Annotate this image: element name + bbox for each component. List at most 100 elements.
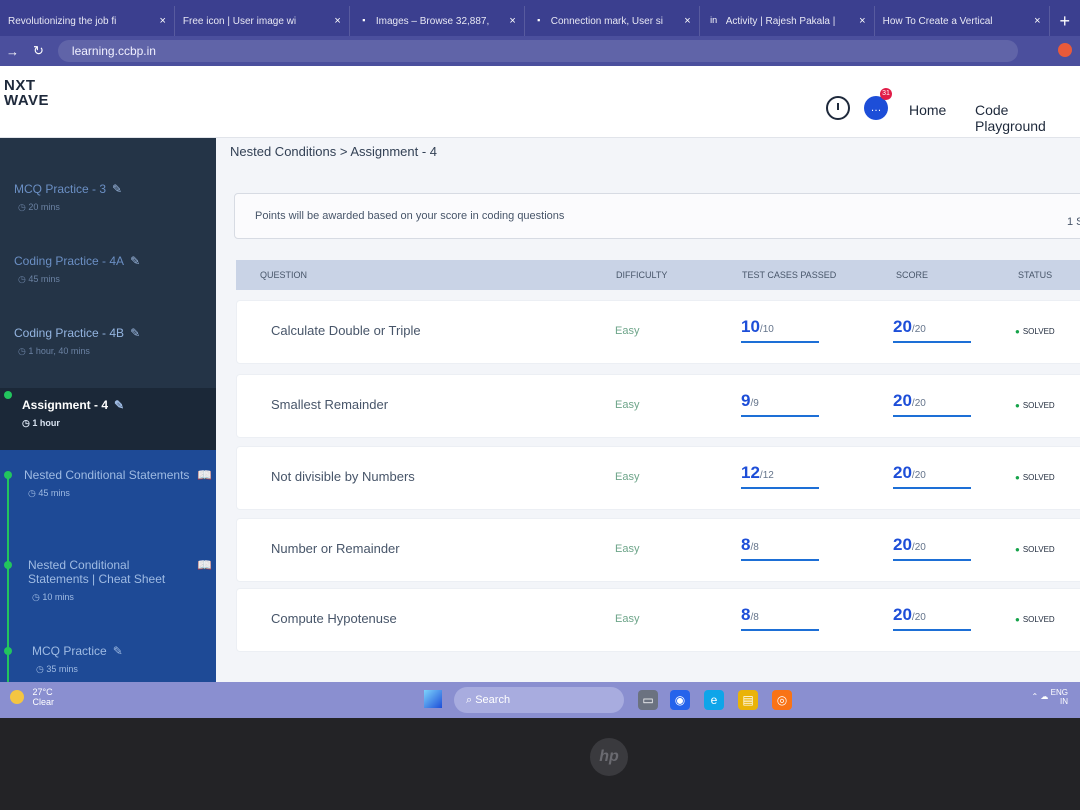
progress-underline: [741, 629, 819, 631]
task-view-icon[interactable]: ▭: [638, 690, 658, 710]
new-tab-button[interactable]: +: [1050, 6, 1080, 36]
logo-line: WAVE: [4, 92, 50, 109]
status-badge: SOLVED: [1015, 545, 1055, 554]
clock-icon: ◷: [18, 346, 29, 356]
clock-icon: ◷: [28, 488, 39, 498]
sidebar-item-duration: 10 mins: [42, 592, 74, 602]
browser-tab[interactable]: Free icon | User image wi ×: [175, 6, 350, 36]
test-cases-cell: 8/8: [741, 605, 821, 631]
score-total: /20: [911, 470, 926, 481]
chrome-browser-icon[interactable]: ◎: [772, 690, 792, 710]
question-title[interactable]: Calculate Double or Triple: [271, 323, 421, 338]
close-icon[interactable]: ×: [684, 15, 690, 27]
status-dot: [4, 391, 12, 399]
weather-icon: [10, 690, 24, 704]
status-badge: SOLVED: [1015, 327, 1055, 336]
language-indicator: ENG: [1050, 688, 1068, 697]
test-cases-cell: 10/10: [741, 317, 821, 343]
tab-title: Images – Browse 32,887,: [375, 15, 490, 27]
table-row[interactable]: Number or Remainder Easy 8/8 20/20 SOLVE…: [236, 518, 1080, 582]
sidebar-item-cheat-sheet[interactable]: Nested Conditional Statements | Cheat Sh…: [0, 558, 212, 603]
notification-badge: 31: [880, 88, 892, 100]
edge-browser-icon[interactable]: e: [704, 690, 724, 710]
score-cell: 20/20: [893, 391, 973, 417]
sidebar-item-mcq-practice[interactable]: MCQ Practice ✎ ◷ 35 mins: [0, 644, 222, 675]
logo-line: NXT: [4, 77, 36, 94]
status-badge: SOLVED: [1015, 615, 1055, 624]
progress-underline: [741, 415, 819, 417]
breadcrumb[interactable]: Nested Conditions > Assignment - 4: [230, 144, 437, 159]
table-row[interactable]: Compute Hypotenuse Easy 8/8 20/20 SOLVED: [236, 588, 1080, 652]
weather-widget[interactable]: 27°C Clear: [10, 687, 54, 707]
tab-title: Free icon | User image wi: [182, 15, 297, 27]
forward-icon[interactable]: →: [6, 44, 19, 59]
sidebar-item-label: Coding Practice - 4A: [14, 254, 125, 268]
close-icon[interactable]: ×: [509, 15, 515, 27]
status-badge: SOLVED: [1015, 401, 1055, 410]
clock-icon: ◷: [36, 664, 47, 674]
system-tray[interactable]: ⌃ ☁ ENG IN: [1031, 688, 1068, 706]
browser-tab[interactable]: Revolutionizing the job fi ×: [0, 6, 175, 36]
close-icon[interactable]: ×: [334, 15, 340, 27]
difficulty-label: Easy: [615, 543, 640, 555]
question-title[interactable]: Smallest Remainder: [271, 397, 388, 412]
progress-underline: [893, 487, 971, 489]
tab-title: Revolutionizing the job fi: [8, 15, 117, 27]
extension-icon[interactable]: [1058, 43, 1072, 57]
score-total: /20: [911, 324, 926, 335]
difficulty-label: Easy: [615, 399, 640, 411]
address-bar: → ↻ learning.ccbp.in: [0, 36, 1080, 66]
sidebar-item-duration: 45 mins: [28, 274, 60, 284]
search-icon: ⌕: [466, 694, 476, 706]
browser-tab-strip: Revolutionizing the job fi × Free icon | …: [0, 0, 1080, 36]
column-header-question: QUESTION: [260, 270, 308, 280]
progress-underline: [893, 341, 971, 343]
test-cases-cell: 9/9: [741, 391, 821, 417]
table-row[interactable]: Smallest Remainder Easy 9/9 20/20 SOLVED: [236, 374, 1080, 438]
progress-underline: [741, 559, 819, 561]
timer-icon[interactable]: [826, 96, 850, 120]
nxtwave-logo[interactable]: NXT WAVE: [4, 78, 49, 108]
question-title[interactable]: Compute Hypotenuse: [271, 611, 397, 626]
score-cell: 20/20: [893, 317, 973, 343]
tests-total: /8: [750, 612, 759, 623]
sidebar-item-coding-practice-4b[interactable]: Coding Practice - 4B ✎ ◷ 1 hour, 40 mins: [0, 326, 222, 357]
taskbar-search[interactable]: ⌕ Search: [454, 687, 624, 713]
tests-total: /12: [759, 470, 774, 481]
sidebar-item-assignment-4[interactable]: Assignment - 4 ✎ ◷ 1 hour: [0, 388, 222, 450]
reload-icon[interactable]: ↻: [33, 43, 44, 59]
table-row[interactable]: Calculate Double or Triple Easy 10/10 20…: [236, 300, 1080, 364]
progress-underline: [893, 415, 971, 417]
close-icon[interactable]: ×: [1034, 15, 1040, 27]
browser-tab[interactable]: ▪ Connection mark, User si ×: [525, 6, 700, 36]
weather-temp: 27°C: [32, 687, 53, 697]
tests-passed: 12: [741, 463, 760, 482]
question-title[interactable]: Not divisible by Numbers: [271, 469, 415, 484]
sidebar-item-label: MCQ Practice - 3: [14, 182, 107, 196]
sidebar-item-duration: 1 hour, 40 mins: [28, 346, 90, 356]
browser-tab[interactable]: in Activity | Rajesh Pakala | ×: [700, 6, 875, 36]
sidebar-item-coding-practice-4a[interactable]: Coding Practice - 4A ✎ ◷ 45 mins: [0, 254, 222, 285]
table-header: QUESTION DIFFICULTY TEST CASES PASSED SC…: [236, 260, 1080, 290]
url-field[interactable]: learning.ccbp.in: [57, 40, 1018, 62]
nav-code-playground-link[interactable]: Code Playground: [975, 102, 1080, 134]
sidebar-item-mcq-practice-3[interactable]: MCQ Practice - 3 ✎ ◷ 20 mins: [0, 182, 222, 213]
chat-app-icon[interactable]: ◉: [670, 690, 690, 710]
windows-start-icon[interactable]: [424, 690, 442, 708]
score-total: /20: [911, 542, 926, 553]
sidebar-item-nested-conditional-statements[interactable]: Nested Conditional Statements 📖 ◷ 45 min…: [0, 468, 212, 499]
notice-text: Points will be awarded based on your sco…: [255, 210, 565, 222]
sidebar-item-duration: 1 hour: [32, 418, 60, 428]
sidebar-item-label: Coding Practice - 4B: [14, 326, 125, 340]
tests-total: /10: [759, 324, 774, 335]
close-icon[interactable]: ×: [859, 15, 865, 27]
table-row[interactable]: Not divisible by Numbers Easy 12/12 20/2…: [236, 446, 1080, 510]
nav-home-link[interactable]: Home: [909, 102, 946, 118]
column-header-status: STATUS: [1018, 270, 1053, 280]
question-title[interactable]: Number or Remainder: [271, 541, 400, 556]
hp-logo: hp: [590, 738, 628, 776]
close-icon[interactable]: ×: [159, 15, 165, 27]
browser-tab[interactable]: How To Create a Vertical ×: [875, 6, 1050, 36]
browser-tab[interactable]: ▪ Images – Browse 32,887, ×: [350, 6, 525, 36]
file-explorer-icon[interactable]: ▤: [738, 690, 758, 710]
